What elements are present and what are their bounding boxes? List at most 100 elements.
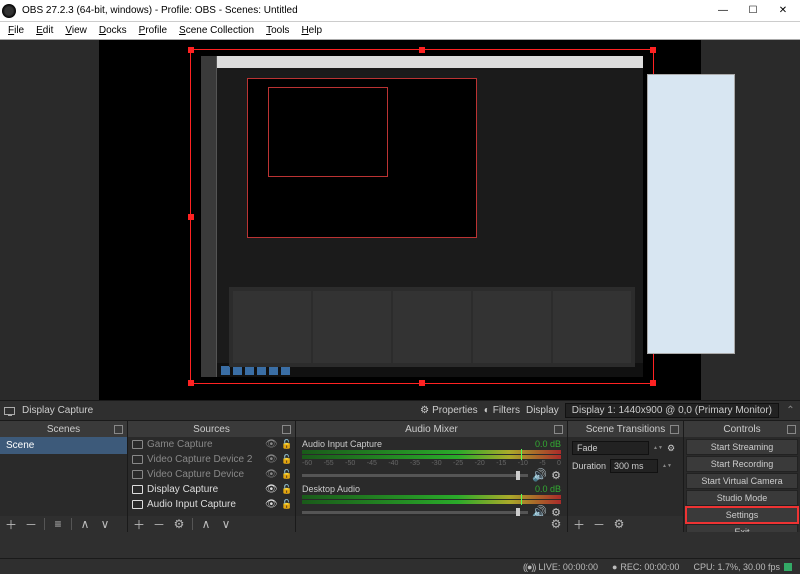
display-select[interactable]: Display 1: 1440x900 @ 0,0 (Primary Monit… [565, 403, 779, 418]
menu-docks[interactable]: Docks [93, 25, 133, 36]
scene-item[interactable]: Scene [0, 437, 127, 454]
scenes-footer: ＋ － ≡ ∧ ∨ [0, 516, 127, 532]
sources-footer: ＋ － ⚙ ∧ ∨ [128, 516, 295, 532]
resize-handle[interactable] [188, 214, 194, 220]
lock-toggle-icon[interactable]: 🔓 [281, 439, 291, 450]
menu-profile[interactable]: Profile [133, 25, 173, 36]
lock-toggle-icon[interactable]: 🔓 [281, 484, 291, 495]
source-up-button[interactable]: ∧ [197, 518, 215, 531]
filters-button[interactable]: ◐ Filters [484, 405, 520, 416]
maximize-button[interactable]: ☐ [738, 1, 768, 21]
source-type-icon [132, 455, 143, 464]
source-item[interactable]: Audio Input Capture👁🔓 [128, 497, 295, 512]
source-selection-outline[interactable] [190, 49, 654, 384]
source-item[interactable]: Video Capture Device👁🔓 [128, 467, 295, 482]
resize-handle[interactable] [188, 380, 194, 386]
start-virtual-camera-button[interactable]: Start Virtual Camera [686, 473, 798, 489]
popout-icon[interactable] [554, 425, 563, 434]
volume-slider[interactable] [302, 511, 528, 514]
minimize-button[interactable]: — [708, 1, 738, 21]
source-properties-button[interactable]: ⚙ [170, 518, 188, 531]
mixer-settings-button[interactable]: ⚙ [547, 518, 565, 531]
remove-transition-button[interactable]: － [590, 518, 608, 531]
display-label: Display [526, 405, 559, 416]
menu-tools[interactable]: Tools [260, 25, 295, 36]
dock-header-controls[interactable]: Controls [684, 421, 800, 437]
source-type-icon [132, 440, 143, 449]
resize-handle[interactable] [650, 47, 656, 53]
start-recording-button[interactable]: Start Recording [686, 456, 798, 472]
transition-spin[interactable]: ▲▼ [653, 446, 663, 451]
resize-handle[interactable] [419, 380, 425, 386]
remove-scene-button[interactable]: － [22, 518, 40, 531]
dock-header-scenes[interactable]: Scenes [0, 421, 127, 437]
add-transition-button[interactable]: ＋ [570, 518, 588, 531]
sources-dock: Sources Game Capture👁🔓Video Capture Devi… [128, 421, 296, 532]
resize-handle[interactable] [188, 47, 194, 53]
stats-indicator-icon [784, 563, 792, 571]
collapse-toolbar-icon[interactable] [785, 407, 796, 415]
transition-gear-icon[interactable]: ⚙ [667, 443, 679, 454]
popout-icon[interactable] [114, 425, 123, 434]
scene-filters-button[interactable]: ≡ [49, 518, 67, 531]
duration-input[interactable]: 300 ms [610, 459, 658, 473]
audio-meter [302, 455, 561, 459]
exit-button[interactable]: Exit [686, 524, 798, 532]
menu-view[interactable]: View [59, 25, 93, 36]
source-down-button[interactable]: ∨ [217, 518, 235, 531]
source-item[interactable]: Video Capture Device 2👁🔓 [128, 452, 295, 467]
popout-icon[interactable] [282, 425, 291, 434]
transition-select[interactable]: Fade [572, 441, 649, 455]
mute-button[interactable]: 🔊 [532, 505, 547, 516]
visibility-toggle-icon[interactable]: 👁 [265, 469, 277, 480]
scene-down-button[interactable]: ∨ [96, 518, 114, 531]
track-settings-icon[interactable]: ⚙ [551, 469, 561, 482]
popout-icon[interactable] [787, 425, 796, 434]
mute-button[interactable]: 🔊 [532, 468, 547, 482]
volume-slider[interactable] [302, 474, 528, 477]
lock-toggle-icon[interactable]: 🔓 [281, 499, 291, 510]
mixer-footer: ⚙ [296, 516, 567, 532]
start-streaming-button[interactable]: Start Streaming [686, 439, 798, 455]
source-item[interactable]: Game Capture 👁 🔓 [128, 437, 295, 452]
lock-toggle-icon[interactable]: 🔓 [281, 454, 291, 465]
resize-handle[interactable] [419, 47, 425, 53]
studio-mode-button[interactable]: Studio Mode [686, 490, 798, 506]
scene-up-button[interactable]: ∧ [76, 518, 94, 531]
duration-spin[interactable]: ▲▼ [662, 464, 672, 469]
visibility-toggle-icon[interactable]: 👁 [265, 454, 277, 465]
transitions-dock: Scene Transitions Fade ▲▼ ⚙ Duration 300… [568, 421, 684, 532]
source-label: Game Capture [147, 439, 213, 450]
menu-scene-collection[interactable]: Scene Collection [173, 25, 260, 36]
dock-header-sources[interactable]: Sources [128, 421, 295, 437]
remove-source-button[interactable]: － [150, 518, 168, 531]
status-bar: LIVE: 00:00:00 REC: 00:00:00 CPU: 1.7%, … [0, 558, 800, 574]
popout-icon[interactable] [670, 425, 679, 434]
visibility-toggle-icon[interactable]: 👁 [265, 484, 277, 495]
transition-properties-button[interactable]: ⚙ [610, 518, 628, 531]
track-settings-icon[interactable]: ⚙ [551, 506, 561, 517]
close-button[interactable]: ✕ [768, 1, 798, 21]
preview-area[interactable] [0, 40, 800, 400]
properties-button[interactable]: ⚙ Properties [420, 405, 478, 416]
settings-button[interactable]: Settings [686, 507, 798, 523]
source-item[interactable]: Display Capture👁🔓 [128, 482, 295, 497]
add-source-button[interactable]: ＋ [130, 518, 148, 531]
visibility-toggle-icon[interactable]: 👁 [265, 439, 277, 450]
live-status: LIVE: 00:00:00 [523, 562, 598, 572]
resize-handle[interactable] [650, 380, 656, 386]
dock-header-transitions[interactable]: Scene Transitions [568, 421, 683, 437]
add-scene-button[interactable]: ＋ [2, 518, 20, 531]
duration-label: Duration [572, 461, 606, 471]
dock-header-mixer[interactable]: Audio Mixer [296, 421, 567, 437]
menubar: File Edit View Docks Profile Scene Colle… [0, 22, 800, 40]
mixer-track: Desktop Audio0.0 dB🔊⚙ [296, 482, 567, 516]
menu-edit[interactable]: Edit [30, 25, 59, 36]
scenes-dock: Scenes Scene ＋ － ≡ ∧ ∨ [0, 421, 128, 532]
lock-toggle-icon[interactable]: 🔓 [281, 469, 291, 480]
preview-canvas[interactable] [99, 40, 701, 400]
visibility-toggle-icon[interactable]: 👁 [265, 499, 277, 510]
track-label: Audio Input Capture [302, 439, 382, 449]
menu-help[interactable]: Help [295, 25, 328, 36]
menu-file[interactable]: File [2, 25, 30, 36]
